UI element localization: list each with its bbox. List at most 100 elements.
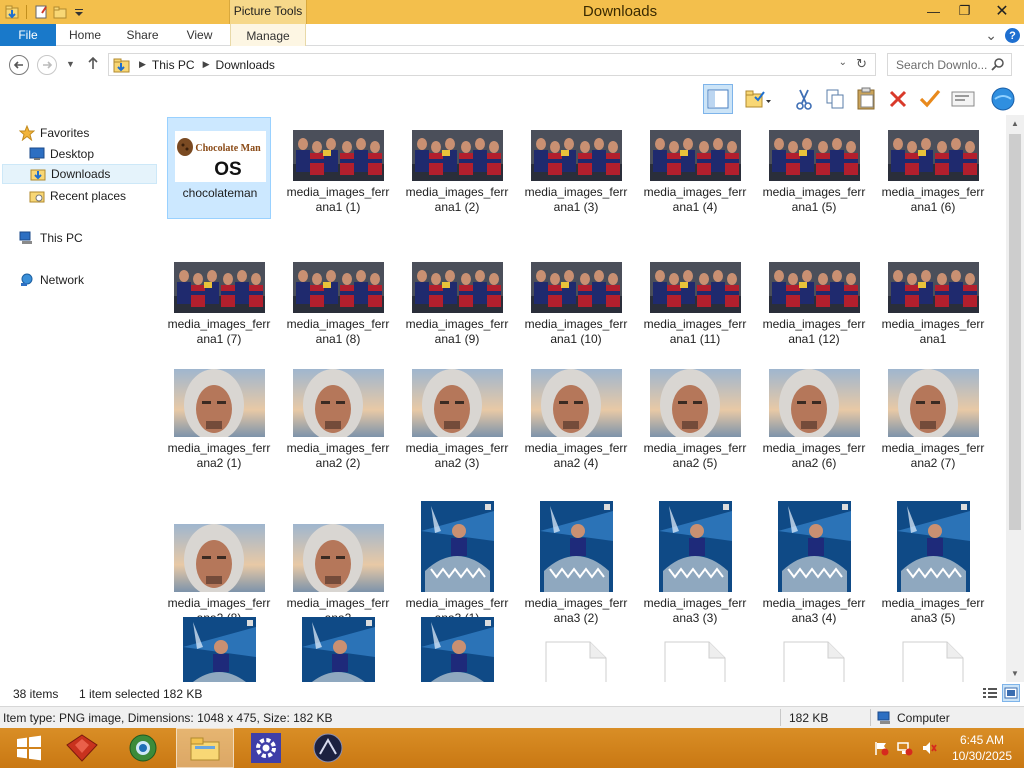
cut-button[interactable]	[789, 84, 819, 114]
customize-qat-icon[interactable]	[71, 4, 87, 20]
network-icon	[18, 272, 36, 288]
file-item[interactable]: media_images_ferrana1 (8)	[286, 249, 390, 351]
file-item[interactable]: media_images_ferrana2 (4)	[524, 365, 628, 475]
file-item[interactable]	[524, 613, 628, 682]
vertical-scrollbar[interactable]: ▲ ▼	[1006, 115, 1024, 682]
file-item[interactable]	[286, 613, 390, 682]
properties-icon[interactable]	[33, 4, 49, 20]
nav-item-downloads[interactable]: Downloads	[2, 164, 157, 184]
breadcrumb-chevron-icon[interactable]: ▶	[203, 59, 210, 70]
minimize-button[interactable]: —	[918, 0, 949, 22]
scrollbar-thumb[interactable]	[1009, 134, 1021, 530]
search-input[interactable]: Search Downlo...	[887, 53, 1012, 76]
file-item[interactable]: media_images_ferrana1 (1)	[286, 117, 390, 219]
tab-manage[interactable]: Manage	[230, 24, 306, 46]
file-item[interactable]: media_images_ferrana2 (3)	[405, 365, 509, 475]
up-button[interactable]	[87, 56, 99, 74]
file-item[interactable]: media_images_ferrana3 (1)	[405, 497, 509, 630]
action-center-flag-icon[interactable]	[873, 740, 889, 756]
paste-button[interactable]	[852, 84, 882, 114]
large-icons-view-button[interactable]	[1002, 684, 1020, 702]
address-history-dropdown[interactable]: ⌄	[839, 57, 847, 68]
file-item[interactable]: media_images_ferrana3 (4)	[762, 497, 866, 630]
nav-item-recent-places[interactable]: Recent places	[28, 186, 156, 206]
open-browser-button[interactable]	[988, 84, 1018, 114]
restore-button[interactable]: ❐	[949, 0, 980, 22]
nav-item-this-pc[interactable]: This PC	[18, 228, 158, 248]
file-item[interactable]: media_images_ferrana1 (5)	[762, 117, 866, 219]
taskbar-app-browser[interactable]	[114, 728, 172, 768]
file-item[interactable]: Chocolate Man OS chocolateman	[167, 117, 271, 219]
file-item[interactable]: media_images_ferrana2 (6)	[762, 365, 866, 475]
close-button[interactable]: ✕	[980, 0, 1024, 22]
file-item[interactable]	[643, 613, 747, 682]
file-item[interactable]: media_images_ferrana2 (1)	[167, 365, 271, 475]
file-item[interactable]: media_images_ferrana1 (3)	[524, 117, 628, 219]
copy-button[interactable]	[820, 84, 850, 114]
tab-share[interactable]: Share	[114, 24, 171, 46]
breadcrumb-chevron-icon[interactable]: ▶	[139, 59, 146, 70]
network-status-icon[interactable]	[897, 740, 913, 756]
taskbar-app-dark[interactable]	[299, 728, 357, 768]
breadcrumb-this-pc[interactable]: This PC	[152, 58, 195, 72]
file-item[interactable]	[881, 613, 985, 682]
file-item[interactable]: media_images_ferrana1	[881, 249, 985, 351]
scroll-up-arrow-icon[interactable]: ▲	[1006, 115, 1024, 132]
file-name-label: media_images_ferrana1 (2)	[405, 185, 509, 214]
file-item[interactable]: media_images_ferrana3 (3)	[643, 497, 747, 630]
nav-favorites[interactable]: Favorites	[18, 123, 158, 143]
address-bar[interactable]: ▶ This PC ▶ Downloads ⌄ ↻	[108, 53, 876, 76]
file-item[interactable]: media_images_ferrana1 (12)	[762, 249, 866, 351]
file-name-label: media_images_ferrana1 (6)	[881, 185, 985, 214]
taskbar-app-red[interactable]	[53, 728, 111, 768]
scroll-down-arrow-icon[interactable]: ▼	[1006, 665, 1024, 682]
file-item[interactable]: media_images_ferrana1 (6)	[881, 117, 985, 219]
tab-home[interactable]: Home	[56, 24, 114, 46]
rename-button[interactable]	[915, 84, 945, 114]
file-item[interactable]: media_images_ferrana2 (5)	[643, 365, 747, 475]
start-button[interactable]	[0, 728, 58, 768]
expand-ribbon-icon[interactable]: ⌄	[985, 27, 997, 44]
delete-button[interactable]	[883, 84, 913, 114]
file-item[interactable]: media_images_ferrana2 (7)	[881, 365, 985, 475]
file-item[interactable]: media_images_ferrana2 (8)	[167, 497, 271, 630]
tab-view[interactable]: View	[171, 24, 228, 46]
back-button[interactable]	[9, 55, 29, 75]
file-name-label: chocolateman	[182, 186, 258, 200]
file-item[interactable]	[167, 613, 271, 682]
file-item[interactable]: media_images_ferrana3 (2)	[524, 497, 628, 630]
file-item[interactable]: media_images_ferrana1 (4)	[643, 117, 747, 219]
navigation-pane-button[interactable]	[703, 84, 733, 114]
volume-muted-icon[interactable]	[921, 740, 937, 756]
taskbar-file-explorer[interactable]	[176, 728, 234, 768]
file-item[interactable]	[762, 613, 866, 682]
file-item[interactable]: media_images_ferrana2	[286, 497, 390, 630]
file-item[interactable]: media_images_ferrana3 (5)	[881, 497, 985, 630]
file-item[interactable]	[405, 613, 509, 682]
file-item[interactable]: media_images_ferrana1 (7)	[167, 249, 271, 351]
new-folder-icon[interactable]	[52, 4, 68, 20]
tab-file[interactable]: File	[0, 24, 56, 46]
file-list-view[interactable]: Chocolate Man OS chocolateman media_images_…	[164, 115, 1006, 682]
taskbar-settings[interactable]	[237, 728, 295, 768]
nav-item-network[interactable]: Network	[18, 270, 158, 290]
move-to-button[interactable]	[743, 84, 773, 114]
file-item[interactable]: media_images_ferrana2 (2)	[286, 365, 390, 475]
forward-button[interactable]	[37, 55, 57, 75]
file-item[interactable]: media_images_ferrana1 (9)	[405, 249, 509, 351]
help-icon[interactable]: ?	[1005, 28, 1020, 43]
details-view-button[interactable]	[981, 684, 999, 702]
properties-button[interactable]	[948, 84, 978, 114]
downloads-folder-icon	[29, 166, 47, 182]
file-item[interactable]: media_images_ferrana1 (2)	[405, 117, 509, 219]
refresh-icon[interactable]: ↻	[856, 56, 867, 72]
breadcrumb-downloads[interactable]: Downloads	[216, 58, 275, 72]
file-item[interactable]: media_images_ferrana1 (11)	[643, 249, 747, 351]
nav-item-desktop[interactable]: Desktop	[28, 144, 156, 164]
file-item[interactable]: media_images_ferrana1 (10)	[524, 249, 628, 351]
search-icon[interactable]	[991, 57, 1005, 71]
explorer-app-icon[interactable]	[4, 4, 20, 20]
picture-tools-label: Picture Tools	[233, 4, 303, 18]
recent-locations-dropdown[interactable]: ▼	[66, 59, 75, 69]
system-clock[interactable]: 6:45 AM 10/30/2025	[952, 732, 1012, 764]
